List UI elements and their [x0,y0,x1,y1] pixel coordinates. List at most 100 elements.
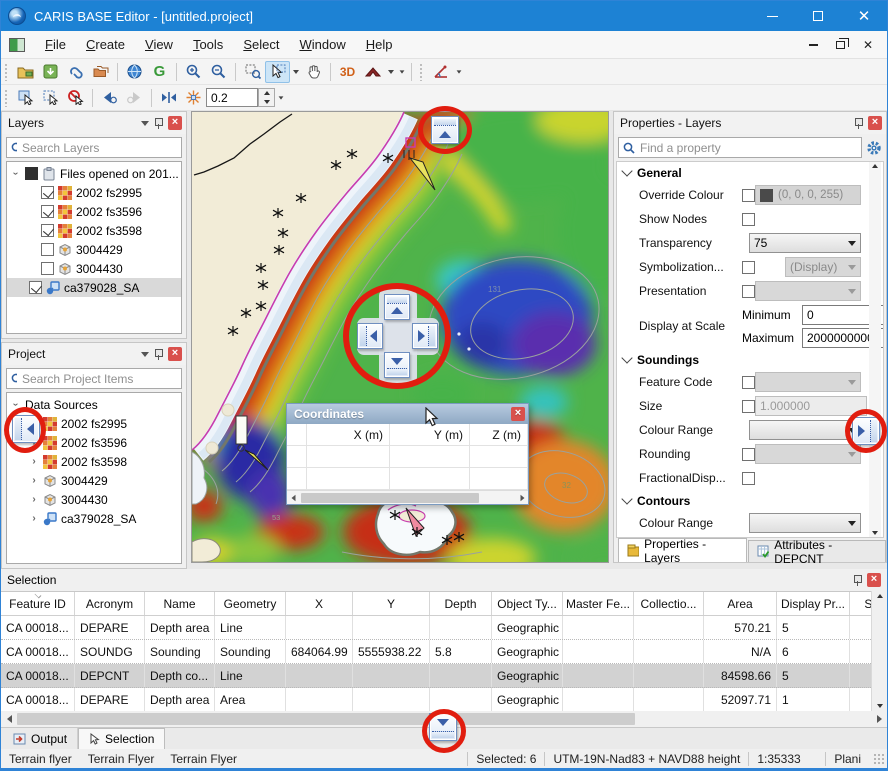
column-header[interactable]: X [286,592,353,615]
column-header[interactable]: Display Pr... [777,592,850,615]
google-earth-button[interactable]: G [147,61,172,83]
section-contours[interactable]: Contours [617,490,883,511]
rounding-combobox[interactable] [755,444,861,464]
project-item-3004429[interactable]: › 3004429 [7,471,181,490]
dock-top-button[interactable] [431,116,459,144]
collapse-icon[interactable] [621,165,632,176]
layer-item-2002-fs3598[interactable]: 2002 fs3598 [7,221,181,240]
selection-close-icon[interactable]: × [867,573,881,587]
collapse-icon[interactable] [621,493,632,504]
menu-create[interactable]: Create [76,33,135,56]
symbolization-combobox[interactable]: (Display) [785,257,861,277]
layer-checkbox[interactable] [41,224,54,237]
layer-checkbox[interactable] [41,243,54,256]
menu-tools[interactable]: Tools [183,33,233,56]
contours-colour-range-combobox[interactable] [749,513,861,533]
mdi-minimize-button[interactable] [809,44,818,46]
layer-item-3004429[interactable]: 3004429 [7,240,181,259]
dock-left-edge-button[interactable] [12,415,40,443]
layers-pin-icon[interactable] [153,117,164,130]
gear-icon[interactable] [866,140,882,156]
scroll-up-icon[interactable] [877,594,883,598]
angle-tool-dropdown[interactable] [453,61,464,83]
scroll-left-icon[interactable] [1,711,17,727]
property-search-input[interactable] [640,141,857,155]
scroll-left-icon[interactable] [287,492,299,504]
pan-hand-button[interactable] [301,61,326,83]
scroll-right-icon[interactable] [516,492,528,504]
layer-checkbox[interactable] [41,186,54,199]
column-header[interactable]: Acronym [75,592,145,615]
angle-measure-button[interactable] [428,61,453,83]
close-button[interactable]: ✕ [841,1,887,31]
section-soundings[interactable]: Soundings [617,349,883,370]
scroll-down-icon[interactable] [872,531,878,535]
layer-checkbox[interactable] [41,205,54,218]
expander-icon[interactable]: › [11,399,21,410]
presentation-combobox[interactable] [755,281,861,301]
dock-center-down-button[interactable] [384,352,410,378]
coordinates-close-icon[interactable]: × [511,407,525,421]
coordinates-titlebar[interactable]: Coordinates × [287,404,528,424]
dock-right-edge-button[interactable] [852,417,880,445]
open-file-button[interactable] [13,61,38,83]
selection-vscrollbar[interactable] [871,591,887,711]
scroll-thumb[interactable] [17,713,635,725]
flyer-button[interactable] [360,61,385,83]
column-header[interactable]: Name [145,592,215,615]
layers-close-icon[interactable]: × [168,116,182,130]
document-icon[interactable] [9,38,25,52]
tolerance-input[interactable] [206,88,258,107]
layers-search-input[interactable] [22,141,177,155]
table-row[interactable]: CA 00018... SOUNDG Sounding Sounding 684… [1,640,871,664]
title-bar[interactable]: CARIS BASE Editor - [untitled.project] ✕ [1,1,887,31]
override-colour-swatch[interactable]: (0, 0, 0, 255) [755,185,861,205]
dock-center-right-button[interactable] [412,323,438,349]
properties-close-icon[interactable]: × [868,116,882,130]
tab-selection[interactable]: Selection [78,728,165,749]
tab-output[interactable]: Output [3,728,78,749]
table-row-selected[interactable]: CA 00018... DEPCNT Depth co... Line Geog… [1,664,871,688]
symbolization-checkbox[interactable] [742,261,755,274]
spinner-up-icon[interactable] [259,89,274,98]
project-item-data-sources[interactable]: › Data Sources [7,395,181,414]
globe-button[interactable] [122,61,147,83]
transparency-combobox[interactable]: 75 [749,233,861,253]
fit-selection-button[interactable] [156,87,181,109]
mdi-close-button[interactable]: ✕ [863,39,873,51]
expander-icon[interactable]: › [29,475,39,486]
layer-item-files-opened[interactable]: › Files opened on 201... [7,164,181,183]
override-colour-checkbox[interactable] [742,189,755,202]
menu-help[interactable]: Help [356,33,403,56]
minimize-button[interactable] [749,1,795,31]
expander-icon[interactable]: › [29,456,39,467]
toolbar2-overflow[interactable] [275,87,286,109]
zoom-area-button[interactable] [240,61,265,83]
soundings-colour-range-combobox[interactable] [749,420,861,440]
import-data-button[interactable] [38,61,63,83]
property-search[interactable] [618,137,862,158]
previous-selection-button[interactable] [97,87,122,109]
rounding-checkbox[interactable] [742,448,755,461]
project-close-icon[interactable]: × [168,347,182,361]
layers-search[interactable] [6,137,182,158]
expander-icon[interactable]: › [29,494,39,505]
layers-menu-icon[interactable] [141,121,149,126]
layer-checkbox[interactable] [29,281,42,294]
maximize-button[interactable] [795,1,841,31]
select-tool-dropdown[interactable] [290,61,301,83]
presentation-checkbox[interactable] [742,285,755,298]
project-panel-titlebar[interactable]: Project × [2,343,186,365]
project-item-3004430[interactable]: › 3004430 [7,490,181,509]
scroll-thumb[interactable] [301,493,479,503]
collapse-icon[interactable] [621,352,632,363]
zoom-in-button[interactable] [181,61,206,83]
section-general[interactable]: General [617,162,883,183]
layer-item-3004430[interactable]: 3004430 [7,259,181,278]
link-button[interactable] [63,61,88,83]
toolbar-grip[interactable] [4,63,9,81]
column-header[interactable]: Geometry [215,592,286,615]
expander-icon[interactable]: › [11,168,21,179]
dock-center-left-button[interactable] [357,323,383,349]
project-pin-icon[interactable] [153,348,164,361]
